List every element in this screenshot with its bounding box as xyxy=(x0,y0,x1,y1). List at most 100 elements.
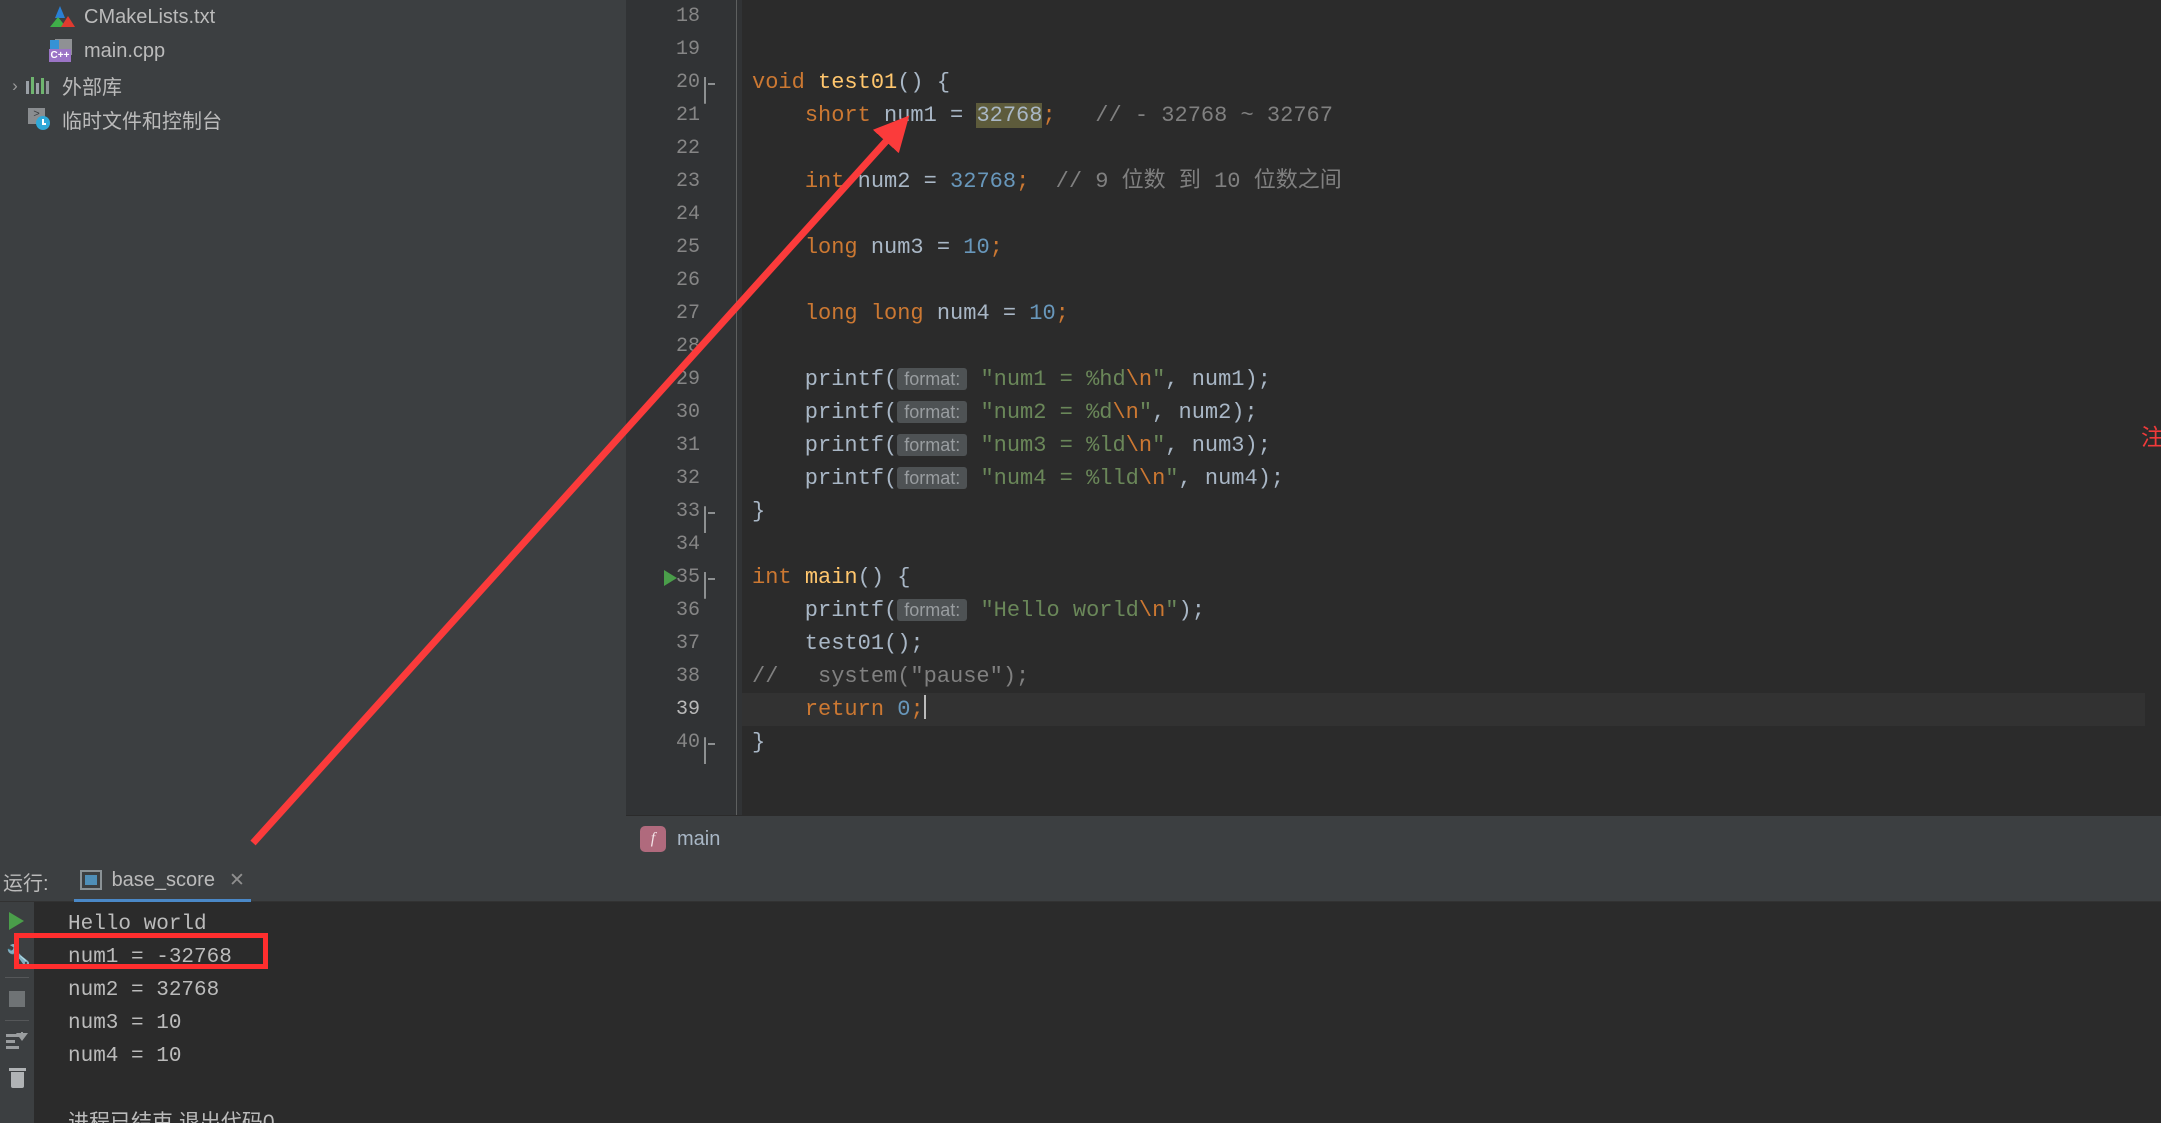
token-str: " xyxy=(1165,598,1179,623)
token-sel: 32768 xyxy=(976,103,1043,128)
code-line-24[interactable]: 24 xyxy=(676,198,2161,231)
token-kw: ; xyxy=(910,697,924,722)
token-pun: , num3); xyxy=(1165,433,1271,458)
code-line-40[interactable]: 40} xyxy=(676,726,2161,764)
project-tree-pane[interactable]: CMakeLists.txt C++ main.cpp › 外部库 > 临时文件和控制台 xyxy=(0,0,626,862)
clear-all-button[interactable] xyxy=(0,1060,34,1096)
code-line-35[interactable]: 35 int main() { xyxy=(664,561,2161,599)
toolbar-divider xyxy=(5,1020,29,1021)
token-str: " xyxy=(1138,400,1153,425)
token-kw: ; xyxy=(1016,169,1030,194)
code-text: printf(format: "num1 = %hd\n", num1); xyxy=(742,367,1271,392)
run-settings-button[interactable]: 🔧 xyxy=(0,938,34,974)
code-line-30[interactable]: 30 printf(format: "num2 = %d\n", num2); xyxy=(676,396,2161,429)
tree-item-label: CMakeLists.txt xyxy=(84,5,216,28)
code-line-38[interactable]: 38 // system("pause"); xyxy=(676,660,2161,693)
run-line-marker-icon[interactable] xyxy=(664,570,677,586)
token-pun xyxy=(752,235,805,260)
code-line-39[interactable]: 39 return 0; xyxy=(676,693,2161,726)
console-line-6: 进程已结束,退出代码0 xyxy=(68,1111,275,1123)
code-line-37[interactable]: 37 test01(); xyxy=(676,627,2161,660)
tree-item-3[interactable]: > 临时文件和控制台 xyxy=(0,102,626,136)
code-line-22[interactable]: 22 xyxy=(676,132,2161,165)
code-line-26[interactable]: 26 xyxy=(676,264,2161,297)
scroll-to-end-button[interactable] xyxy=(0,1024,34,1060)
run-toolbar[interactable]: 🔧 xyxy=(0,902,34,1123)
token-hint: format: xyxy=(897,467,968,489)
fold-toggle-icon[interactable] xyxy=(704,74,721,104)
breadcrumb-label[interactable]: main xyxy=(677,828,720,851)
code-line-18[interactable]: 18 xyxy=(676,0,2161,33)
token-kw: ; xyxy=(1055,301,1069,326)
chevron-right-icon[interactable]: › xyxy=(4,77,26,94)
code-line-21[interactable]: 21 short num1 = 32768; // - 32768 ~ 3276… xyxy=(676,99,2161,132)
fold-toggle-icon[interactable] xyxy=(704,569,721,599)
scroll-down-icon xyxy=(6,1032,28,1052)
tree-item-label: 外部库 xyxy=(62,76,122,99)
external-libraries-icon xyxy=(26,72,56,98)
code-line-32[interactable]: 32 printf(format: "num4 = %lld\n", num4)… xyxy=(676,462,2161,495)
run-tool-window[interactable]: 运行: base_score ✕ 🔧 Hello world num1 = -3… xyxy=(0,862,2161,1123)
stop-button[interactable] xyxy=(0,981,34,1017)
fold-toggle-icon[interactable] xyxy=(704,734,721,764)
token-pun: printf( xyxy=(752,367,898,392)
editor-vertical-scrollbar[interactable] xyxy=(2145,0,2161,815)
tree-item-0[interactable]: CMakeLists.txt xyxy=(0,0,626,34)
code-content[interactable]: 18 19 20 void test01() {21 short num1 = 327… xyxy=(664,0,2161,815)
code-line-36[interactable]: 36 printf(format: "Hello world\n"); xyxy=(676,594,2161,627)
console-icon xyxy=(79,870,102,890)
run-tab-label: base_score xyxy=(111,868,215,891)
code-editor[interactable]: 18 19 20 void test01() {21 short num1 = 327… xyxy=(626,0,2161,815)
code-line-23[interactable]: 23 int num2 = 32768; // 9 位数 到 10 位数之间 xyxy=(676,165,2161,198)
token-pun xyxy=(792,565,805,590)
tree-item-label: main.cpp xyxy=(84,39,166,62)
code-line-33[interactable]: 33} xyxy=(676,495,2161,533)
line-number: 32 xyxy=(675,467,700,490)
code-line-34[interactable]: 34 xyxy=(676,528,2161,561)
code-line-19[interactable]: 19 xyxy=(676,33,2161,66)
token-num-lit: 10 xyxy=(1029,301,1056,326)
code-line-20[interactable]: 20 void test01() { xyxy=(676,66,2161,104)
run-tab-base-score[interactable]: base_score ✕ xyxy=(73,862,251,902)
code-text: } xyxy=(742,499,765,524)
run-panel-title: 运行: xyxy=(3,873,49,895)
trash-icon xyxy=(9,1068,26,1088)
token-kw: short xyxy=(804,103,871,128)
code-folding-rail[interactable] xyxy=(716,0,742,815)
code-line-31[interactable]: 31 printf(format: "num3 = %ld\n", num3); xyxy=(676,429,2161,462)
console-line-5 xyxy=(42,1073,2161,1106)
breadcrumb[interactable]: f main xyxy=(626,815,2161,862)
line-number: 22 xyxy=(675,137,700,160)
code-line-27[interactable]: 27 long long num4 = 10; xyxy=(676,297,2161,330)
fold-toggle-icon[interactable] xyxy=(704,503,721,533)
console-output[interactable]: Hello world num1 = -32768 num2 = 32768 num3… xyxy=(34,902,2161,1123)
token-kw: ; xyxy=(989,235,1003,260)
code-line-28[interactable]: 28 xyxy=(676,330,2161,363)
token-pun: printf( xyxy=(752,433,898,458)
code-text: int num2 = 32768; // 9 位数 到 10 位数之间 xyxy=(742,169,1342,194)
tree-item-2[interactable]: › 外部库 xyxy=(0,68,626,102)
token-str: " xyxy=(1165,466,1179,491)
token-kw: void xyxy=(752,70,805,95)
token-esc: \n xyxy=(1112,400,1139,425)
token-pun: test01(); xyxy=(752,631,924,656)
token-pun: } xyxy=(752,730,766,755)
line-number: 40 xyxy=(675,731,700,754)
token-pun: ); xyxy=(1178,598,1205,623)
code-line-25[interactable]: 25 long num3 = 10; xyxy=(676,231,2161,264)
rerun-button[interactable] xyxy=(0,902,34,938)
token-kw: long long xyxy=(804,301,924,326)
code-text: int main() { xyxy=(742,565,910,590)
line-number: 37 xyxy=(675,632,700,655)
tree-item-1[interactable]: C++ main.cpp xyxy=(0,34,626,68)
code-line-29[interactable]: 29 printf(format: "num1 = %hd\n", num1); xyxy=(676,363,2161,396)
token-pun xyxy=(805,70,818,95)
play-icon xyxy=(9,912,24,930)
token-cmt: // system("pause"); xyxy=(752,664,1030,689)
token-kw: int xyxy=(804,169,845,194)
console-line-0: Hello world xyxy=(68,913,207,936)
close-icon[interactable]: ✕ xyxy=(229,869,245,892)
line-number: 35 xyxy=(675,566,700,589)
